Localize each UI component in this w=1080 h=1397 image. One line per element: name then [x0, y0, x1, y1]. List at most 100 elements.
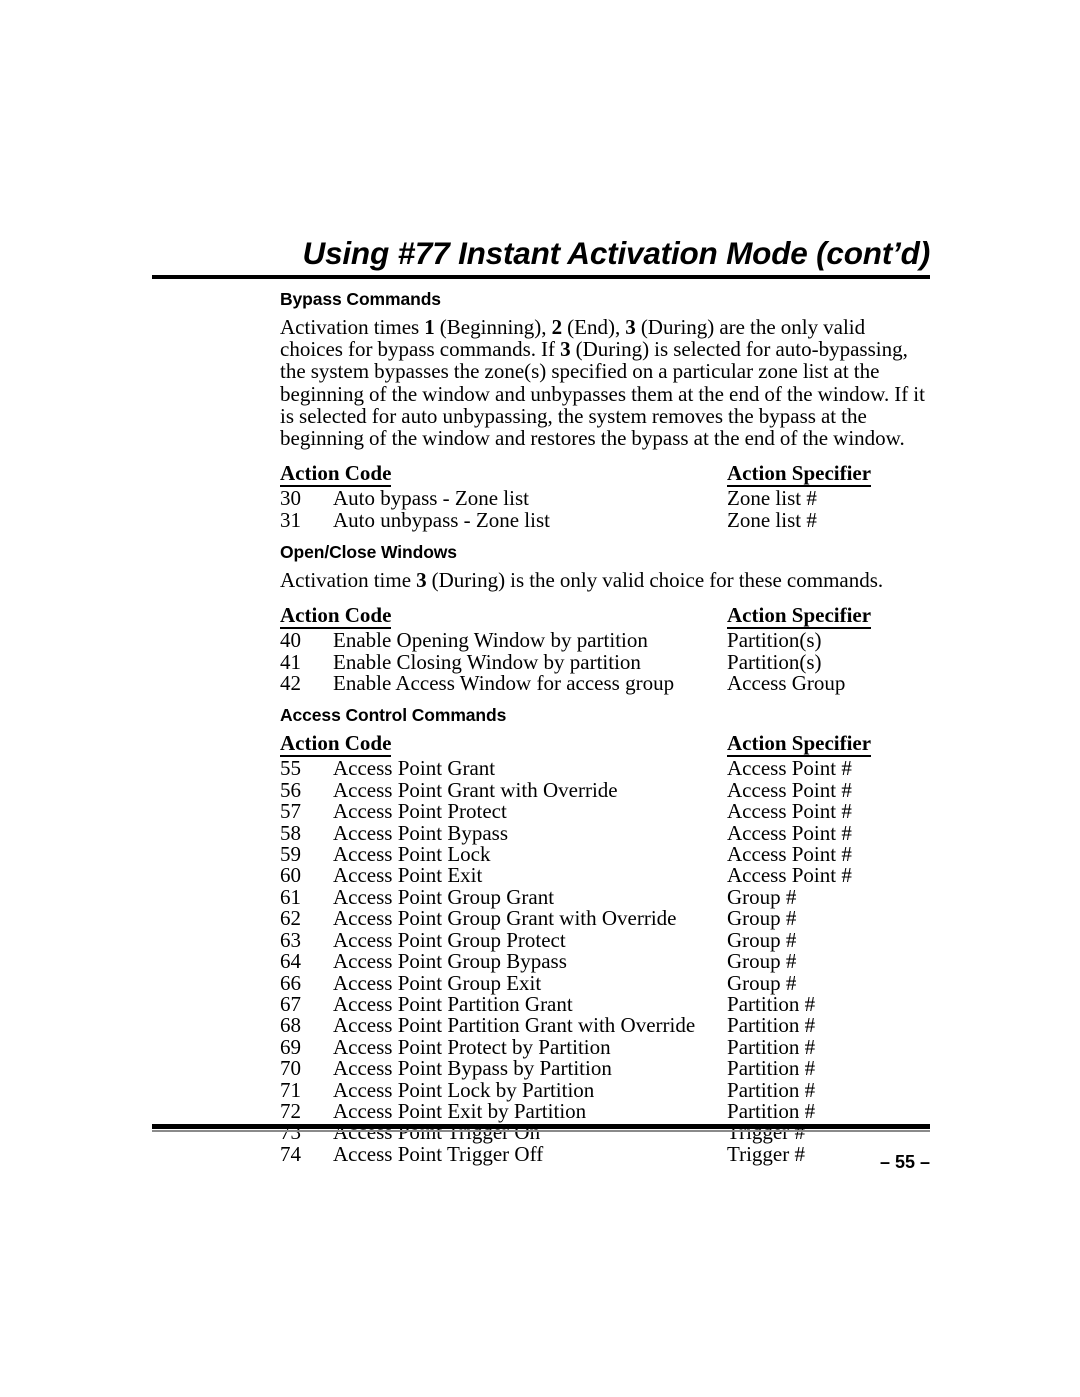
table-row: 55 Access Point Grant Access Point #	[280, 756, 932, 781]
table-row: 66 Access Point Group Exit Group #	[280, 970, 932, 995]
table-body: 40 Enable Opening Window by partition Part…	[280, 628, 932, 696]
cell-action-specifier: Group #	[727, 884, 797, 909]
footer-rule-thick	[152, 1124, 930, 1129]
cell-action-specifier: Group #	[727, 970, 797, 995]
table-row: 56 Access Point Grant with Override Access…	[280, 777, 932, 802]
header-rule	[152, 275, 930, 279]
cell-action-specifier: Group #	[727, 927, 797, 952]
cell-action-description: Enable Access Window for access group	[333, 671, 675, 696]
cell-action-code: 40	[280, 628, 301, 653]
cell-action-code: 56	[280, 777, 301, 802]
table-row: 59 Access Point Lock Access Point #	[280, 842, 932, 867]
cell-action-specifier: Group #	[727, 906, 797, 931]
table-header-row: Action Code Action Specifier	[280, 604, 932, 630]
cell-action-description: Enable Opening Window by partition	[333, 628, 648, 653]
cell-action-code: 59	[280, 842, 301, 867]
cell-action-code: 60	[280, 863, 301, 888]
cell-action-specifier: Partition #	[727, 1034, 816, 1059]
cell-action-specifier: Partition #	[727, 1098, 816, 1123]
cell-action-specifier: Partition #	[727, 991, 816, 1016]
page-title: Using #77 Instant Activation Mode (cont’…	[302, 235, 931, 271]
cell-action-specifier: Zone list #	[727, 507, 817, 532]
cell-action-specifier: Access Group	[727, 671, 846, 696]
cell-action-specifier: Access Point #	[727, 756, 852, 781]
cell-action-code: 41	[280, 649, 301, 674]
table-row: 63 Access Point Group Protect Group #	[280, 927, 932, 952]
cell-action-code: 62	[280, 906, 301, 931]
cell-action-code: 69	[280, 1034, 301, 1059]
footer-rule-thin	[152, 1130, 930, 1132]
cell-action-specifier: Partition(s)	[727, 649, 822, 674]
cell-action-specifier: Access Point #	[727, 799, 852, 824]
cell-action-code: 66	[280, 970, 301, 995]
cell-action-description: Auto bypass - Zone list	[333, 486, 529, 511]
cell-action-code: 70	[280, 1056, 301, 1081]
cell-action-description: Auto unbypass - Zone list	[333, 507, 550, 532]
cell-action-description: Enable Closing Window by partition	[333, 649, 641, 674]
cell-action-description: Access Point Exit	[333, 863, 483, 888]
cell-action-description: Access Point Group Grant	[333, 884, 555, 909]
table-body: 55 Access Point Grant Access Point # 56 Acce…	[280, 758, 932, 1165]
table-row: 64 Access Point Group Bypass Group #	[280, 949, 932, 974]
table-row: 61 Access Point Group Grant Group #	[280, 884, 932, 909]
table-row: 41 Enable Closing Window by partition Part…	[280, 649, 932, 674]
table-row: 40 Enable Opening Window by partition Part…	[280, 628, 932, 653]
cell-action-description: Access Point Grant	[333, 756, 496, 781]
section-heading-open-close-windows: Open/Close Windows	[280, 542, 457, 563]
table-row: 57 Access Point Protect Access Point #	[280, 799, 932, 824]
cell-action-specifier: Group #	[727, 949, 797, 974]
table-row: 30 Auto bypass - Zone list Zone list #	[280, 486, 932, 511]
cell-action-description: Access Point Lock	[333, 842, 491, 867]
cell-action-description: Access Point Group Grant with Override	[333, 906, 677, 931]
table-row: 69 Access Point Protect by Partition Parti…	[280, 1034, 932, 1059]
cell-action-specifier: Partition #	[727, 1077, 816, 1102]
cell-action-description: Access Point Group Exit	[333, 970, 542, 995]
section-paragraph-bypass-commands: Activation times 1 (Beginning), 2 (End),…	[280, 315, 925, 451]
column-header-action-specifier: Action Specifier	[727, 461, 872, 488]
cell-action-description: Access Point Protect	[333, 799, 507, 824]
table-row: 68 Access Point Partition Grant with Over…	[280, 1013, 932, 1038]
section-heading-bypass-commands: Bypass Commands	[280, 289, 441, 309]
table-row: 72 Access Point Exit by Partition Partitio…	[280, 1098, 932, 1123]
cell-action-specifier: Access Point #	[727, 863, 852, 888]
cell-action-description: Access Point Lock by Partition	[333, 1077, 595, 1102]
cell-action-specifier: Access Point #	[727, 777, 852, 802]
cell-action-specifier: Partition(s)	[727, 628, 822, 653]
column-header-action-code: Action Code	[280, 603, 392, 630]
column-header-action-code: Action Code	[280, 461, 392, 488]
table-row: 31 Auto unbypass - Zone list Zone list #	[280, 507, 932, 532]
table-row: 71 Access Point Lock by Partition Partitio…	[280, 1077, 932, 1102]
cell-action-description: Access Point Partition Grant with Overri…	[333, 1013, 696, 1038]
table-row: 70 Access Point Bypass by Partition Partit…	[280, 1056, 932, 1081]
cell-action-description: Access Point Group Protect	[333, 927, 566, 952]
cell-action-code: 61	[280, 884, 301, 909]
cell-action-code: 67	[280, 991, 301, 1016]
cell-action-description: Access Point Exit by Partition	[333, 1098, 587, 1123]
cell-action-specifier: Zone list #	[727, 486, 817, 511]
cell-action-code: 42	[280, 671, 301, 696]
table-row: 42 Enable Access Window for access group A…	[280, 671, 932, 696]
column-header-action-code: Action Code	[280, 731, 392, 758]
table-header-row: Action Code Action Specifier	[280, 462, 932, 488]
document-body: Bypass Commands Activation times 1 (Begi…	[280, 288, 932, 1165]
cell-action-description: Access Point Partition Grant	[333, 991, 573, 1016]
action-code-table-access-control-commands: Action Code Action Specifier 55 Access Po…	[280, 732, 932, 1165]
action-code-table-bypass-commands: Action Code Action Specifier 30 Auto bypa…	[280, 462, 932, 531]
action-code-table-open-close-windows: Action Code Action Specifier 40 Enable Op…	[280, 604, 932, 694]
column-header-action-specifier: Action Specifier	[727, 603, 872, 630]
document-page: Using #77 Instant Activation Mode (cont’…	[0, 0, 1080, 1397]
cell-action-specifier: Partition #	[727, 1056, 816, 1081]
cell-action-code: 72	[280, 1098, 301, 1123]
cell-action-code: 31	[280, 507, 301, 532]
cell-action-description: Access Point Bypass by Partition	[333, 1056, 612, 1081]
cell-action-code: 55	[280, 756, 301, 781]
page-number: – 55 –	[879, 1152, 930, 1172]
table-header-row: Action Code Action Specifier	[280, 732, 932, 758]
cell-action-specifier: Partition #	[727, 1013, 816, 1038]
cell-action-description: Access Point Bypass	[333, 820, 508, 845]
table-row: 67 Access Point Partition Grant Partition …	[280, 991, 932, 1016]
cell-action-specifier: Access Point #	[727, 842, 852, 867]
column-header-action-specifier: Action Specifier	[727, 731, 872, 758]
